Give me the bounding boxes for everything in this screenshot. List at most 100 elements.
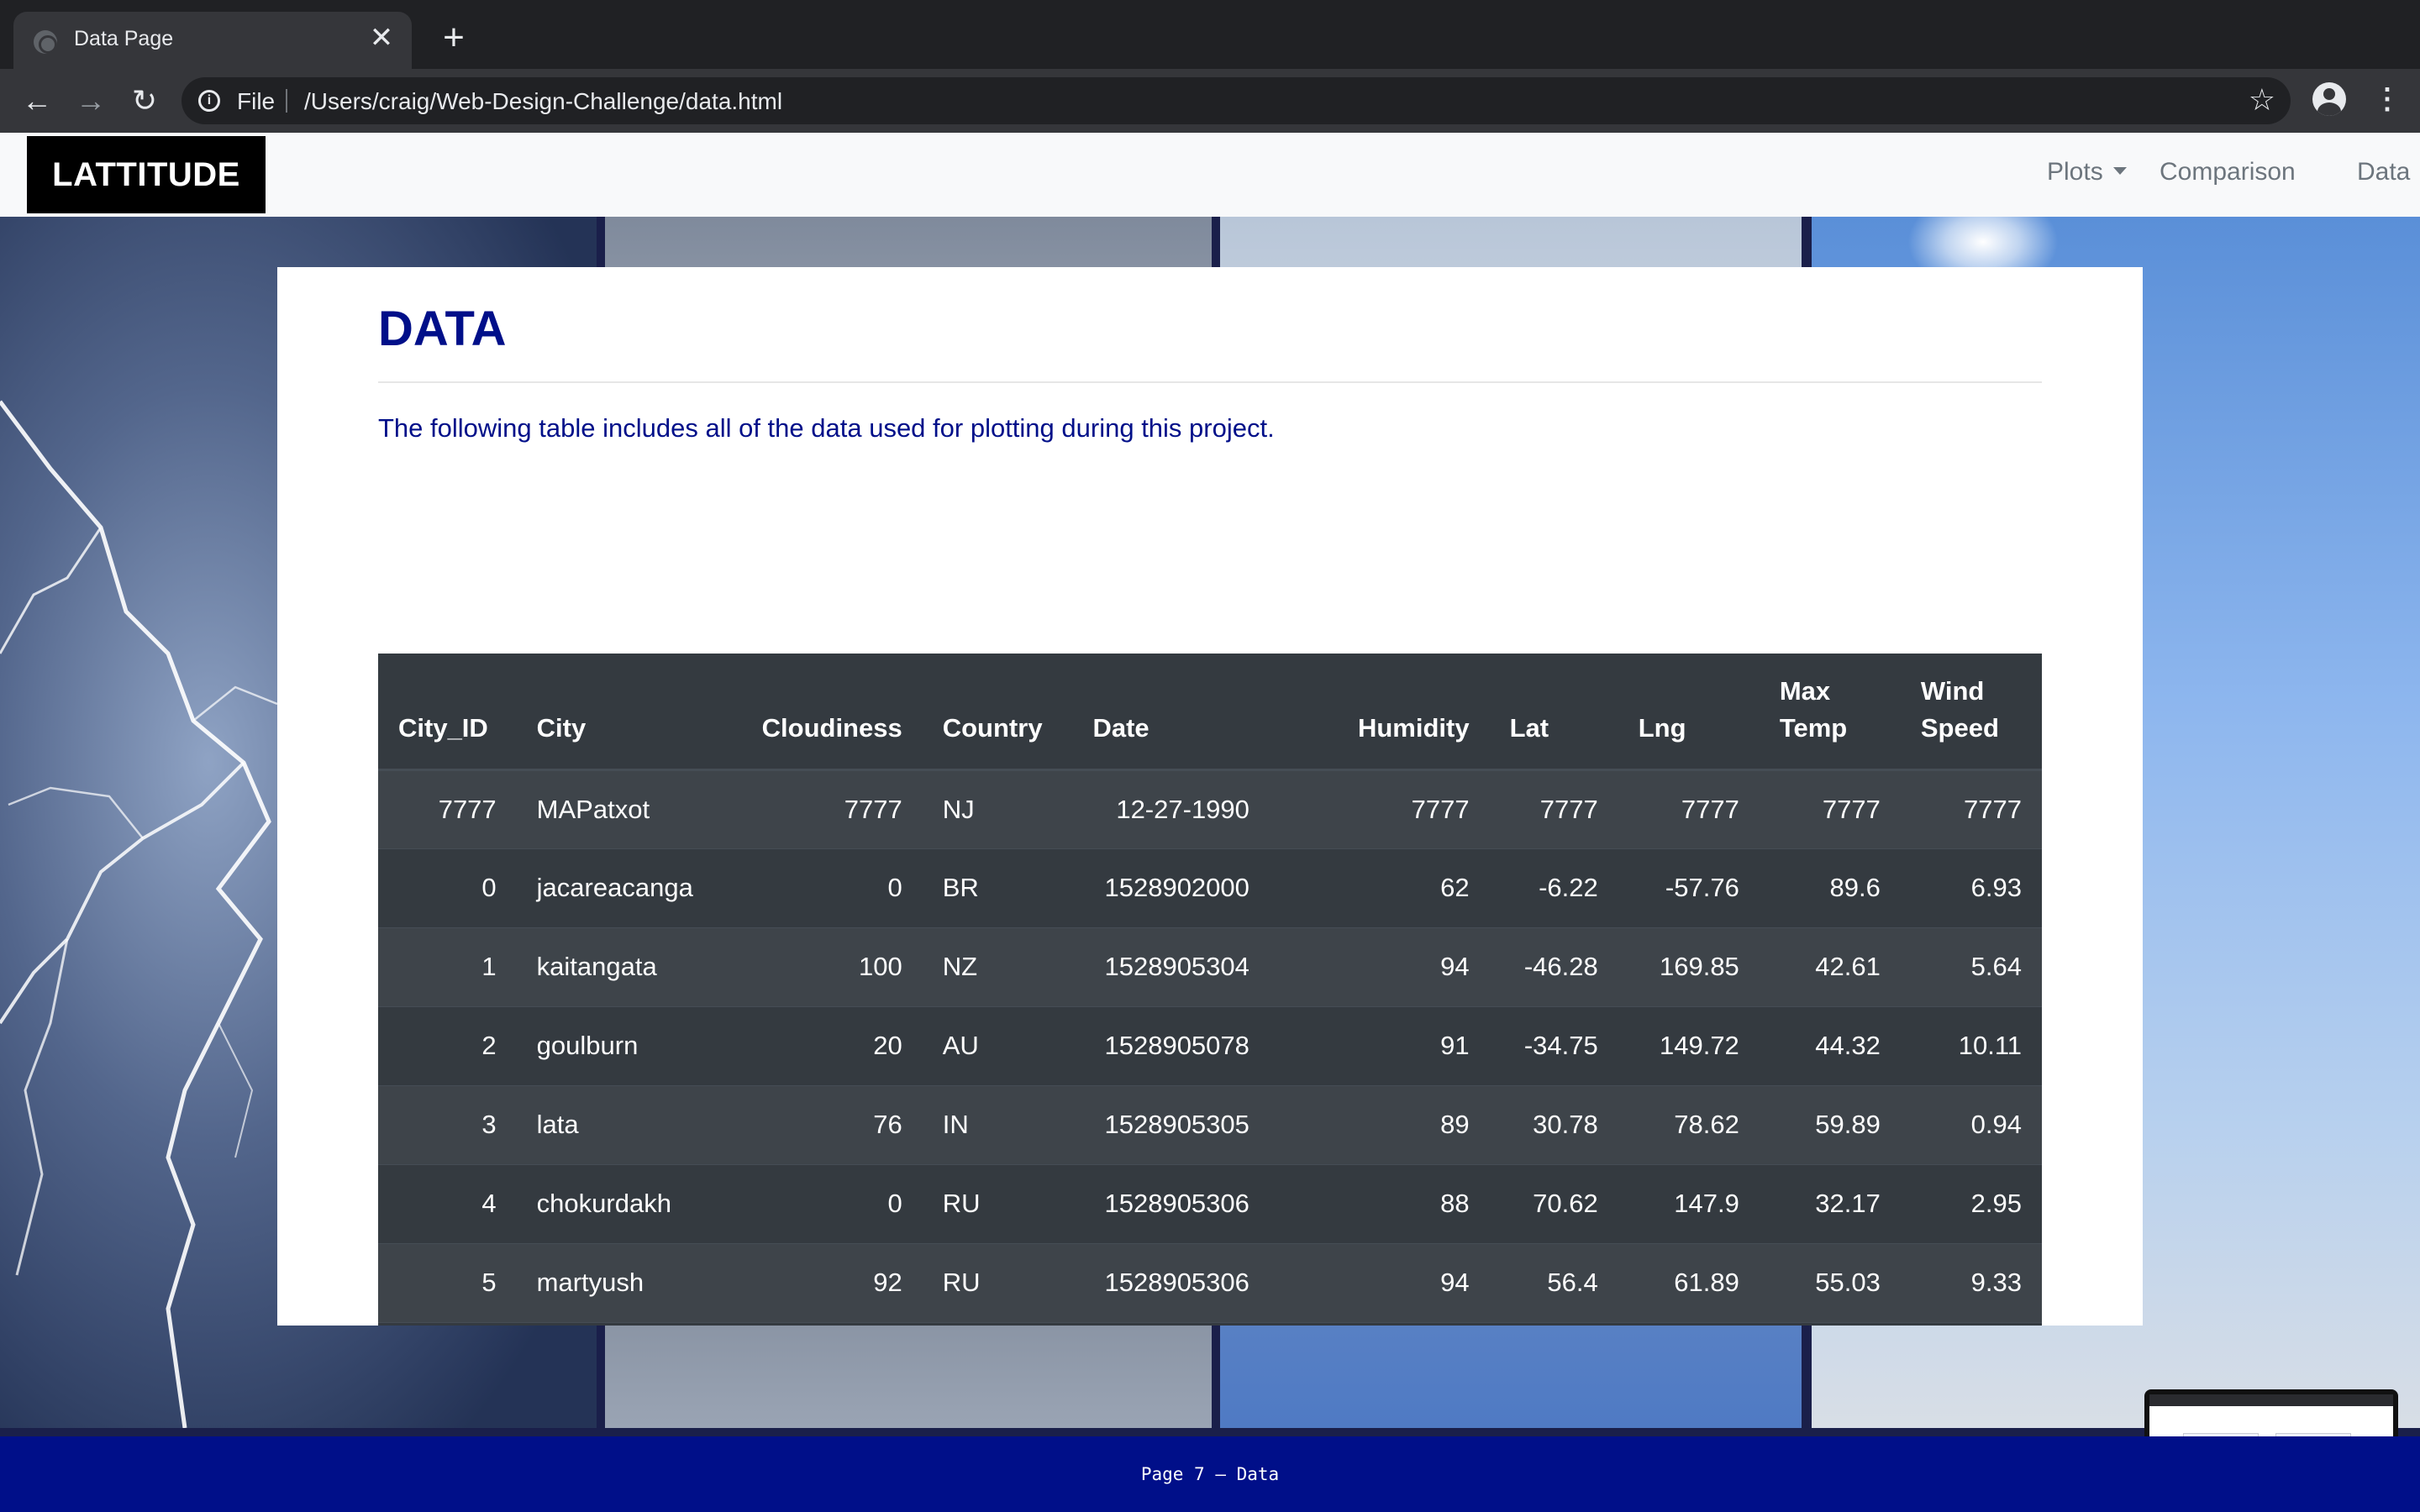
column-header[interactable]: Max Temp [1759,654,1901,771]
nav-plots-dropdown[interactable]: Plots [2047,158,2127,186]
table-cell: 169.85 [1618,927,1760,1006]
data-table: City_ID City Cloudiness Country Date Hum… [378,654,2042,1326]
table-cell: 1528905305 [1072,1084,1270,1164]
table-cell: RU [922,1163,1073,1243]
browser-tab-bar: Data Page ✕ + [0,0,2420,69]
site-navbar: LATTITUDE Plots Comparison Data [0,133,2420,217]
tab-title: Data Page [74,27,174,50]
column-header[interactable]: Cloudiness [725,654,923,771]
table-cell: NJ [922,769,1073,848]
table-cell: goulburn [516,1005,726,1085]
table-cell: 1528905306 [1072,1242,1270,1322]
table-cell: -6.22 [1489,848,1618,927]
page-title: DATA [378,302,507,356]
table-cell: 100 [725,927,923,1006]
table-cell: 32.17 [1759,1163,1901,1243]
table-cell: 8.05 [1900,1321,2042,1326]
table-cell: 6.93 [1900,848,2042,927]
table-cell: 0 [725,848,923,927]
column-header[interactable]: Humidity [1269,654,1490,771]
url-separator [286,89,287,113]
thumbnail-toolbar [2149,1394,2393,1406]
table-cell: 44.32 [1759,1005,1901,1085]
table-row: 3 lata 76 IN 1528905305 89 30.78 78.62 59.89 0.94 [378,1084,2042,1164]
table-row: 1 kaitangata 100 NZ 1528905304 94 -46.28 169.85… [378,927,2042,1006]
site-brand-logo[interactable]: LATTITUDE [27,136,266,213]
table-cell: 20 [725,1321,923,1326]
close-tab-icon[interactable]: ✕ [366,24,397,54]
nav-data-link[interactable]: Data [2357,158,2410,186]
column-header[interactable]: City_ID [378,654,517,771]
table-cell: 7777 [1269,769,1490,848]
address-bar[interactable]: i File /Users/craig/Web-Design-Challenge… [182,77,2291,124]
table-cell: 5 [378,1242,517,1322]
table-cell: -34.75 [1489,1005,1618,1085]
browser-tab[interactable]: Data Page ✕ [13,12,412,69]
table-cell: 0 [378,848,517,927]
table-cell: -57.76 [1618,848,1760,927]
table-cell: martyush [516,1242,726,1322]
table-cell: 89 [1269,1084,1490,1164]
content-card: DATA The following table includes all of… [277,267,2143,1326]
back-button[interactable]: ← [18,82,55,119]
table-cell: 10.11 [1900,1005,2042,1085]
info-icon[interactable]: i [198,90,220,112]
table-cell: 78.62 [1618,1084,1760,1164]
table-cell: NZ [922,927,1073,1006]
table-row: 0 jacareacanga 0 BR 1528902000 62 -6.22 -57.76 8… [378,848,2042,927]
table-cell: 56.4 [1489,1242,1618,1322]
table-cell: 76 [725,1084,923,1164]
table-cell: 2.95 [1900,1163,2042,1243]
browser-menu-icon[interactable]: ⋮ [2373,81,2402,118]
column-header[interactable]: Wind Speed [1900,654,2042,771]
table-cell: 5.64 [1900,927,2042,1006]
table-cell: chokurdakh [516,1163,726,1243]
table-cell: -46.28 [1489,927,1618,1006]
table-cell: 147.33 [1618,1321,1760,1326]
table-row: 2 goulburn 20 AU 1528905078 91 -34.75 149.72 44.… [378,1005,2042,1085]
reload-button[interactable]: ↻ [126,82,163,119]
table-cell: 7777 [1618,769,1760,848]
table-cell: 0 [725,1163,923,1243]
browser-toolbar: ← → ↻ i File /Users/craig/Web-Design-Cha… [0,69,2420,133]
table-cell: 2 [378,1005,517,1085]
forward-button[interactable]: → [72,82,109,119]
table-cell: 7777 [1489,769,1618,848]
nav-comparison-link[interactable]: Comparison [2160,158,2296,186]
table-cell: 88 [1269,1163,1490,1243]
table-cell: 61.89 [1618,1242,1760,1322]
table-row: 6hobart20AU152890200087-42.88147.3344.68… [378,1321,2042,1326]
table-cell: 149.72 [1618,1005,1760,1085]
bookmark-star-icon[interactable]: ☆ [2249,82,2275,118]
globe-icon [34,30,57,54]
table-cell: lata [516,1084,726,1164]
table-row: 5 martyush 92 RU 1528905306 94 56.4 61.89 55.03 9… [378,1242,2042,1322]
column-header[interactable]: City [516,654,726,771]
table-cell: -42.88 [1489,1321,1618,1326]
table-row: 7777 MAPatxot 7777 NJ 12-27-1990 7777 7777 7777… [378,769,2042,848]
new-tab-button[interactable]: + [437,19,471,56]
table-cell: 55.03 [1759,1242,1901,1322]
table-cell: 3 [378,1084,517,1164]
column-header[interactable]: Date [1072,654,1270,771]
url-text[interactable]: /Users/craig/Web-Design-Challenge/data.h… [304,88,782,115]
table-cell: 9.33 [1900,1242,2042,1322]
nav-plots-label: Plots [2047,158,2103,186]
table-cell: 1528902000 [1072,848,1270,927]
caret-down-icon [2112,166,2127,175]
intro-text: The following table includes all of the … [378,413,1275,443]
table-row: 4 chokurdakh 0 RU 1528905306 88 70.62 147.9 32.1… [378,1163,2042,1243]
table-cell: 0.94 [1900,1084,2042,1164]
column-header[interactable]: Lng [1618,654,1760,771]
column-header[interactable]: Country [922,654,1073,771]
profile-avatar-icon[interactable] [2312,82,2346,116]
table-cell: 1 [378,927,517,1006]
table-cell: 70.62 [1489,1163,1618,1243]
title-divider [378,381,2042,383]
table-cell: BR [922,848,1073,927]
table-cell: jacareacanga [516,848,726,927]
data-table-container[interactable]: City_ID City Cloudiness Country Date Hum… [378,654,2042,1326]
column-header[interactable]: Lat [1489,654,1618,771]
table-cell: 59.89 [1759,1084,1901,1164]
table-cell: 94 [1269,1242,1490,1322]
